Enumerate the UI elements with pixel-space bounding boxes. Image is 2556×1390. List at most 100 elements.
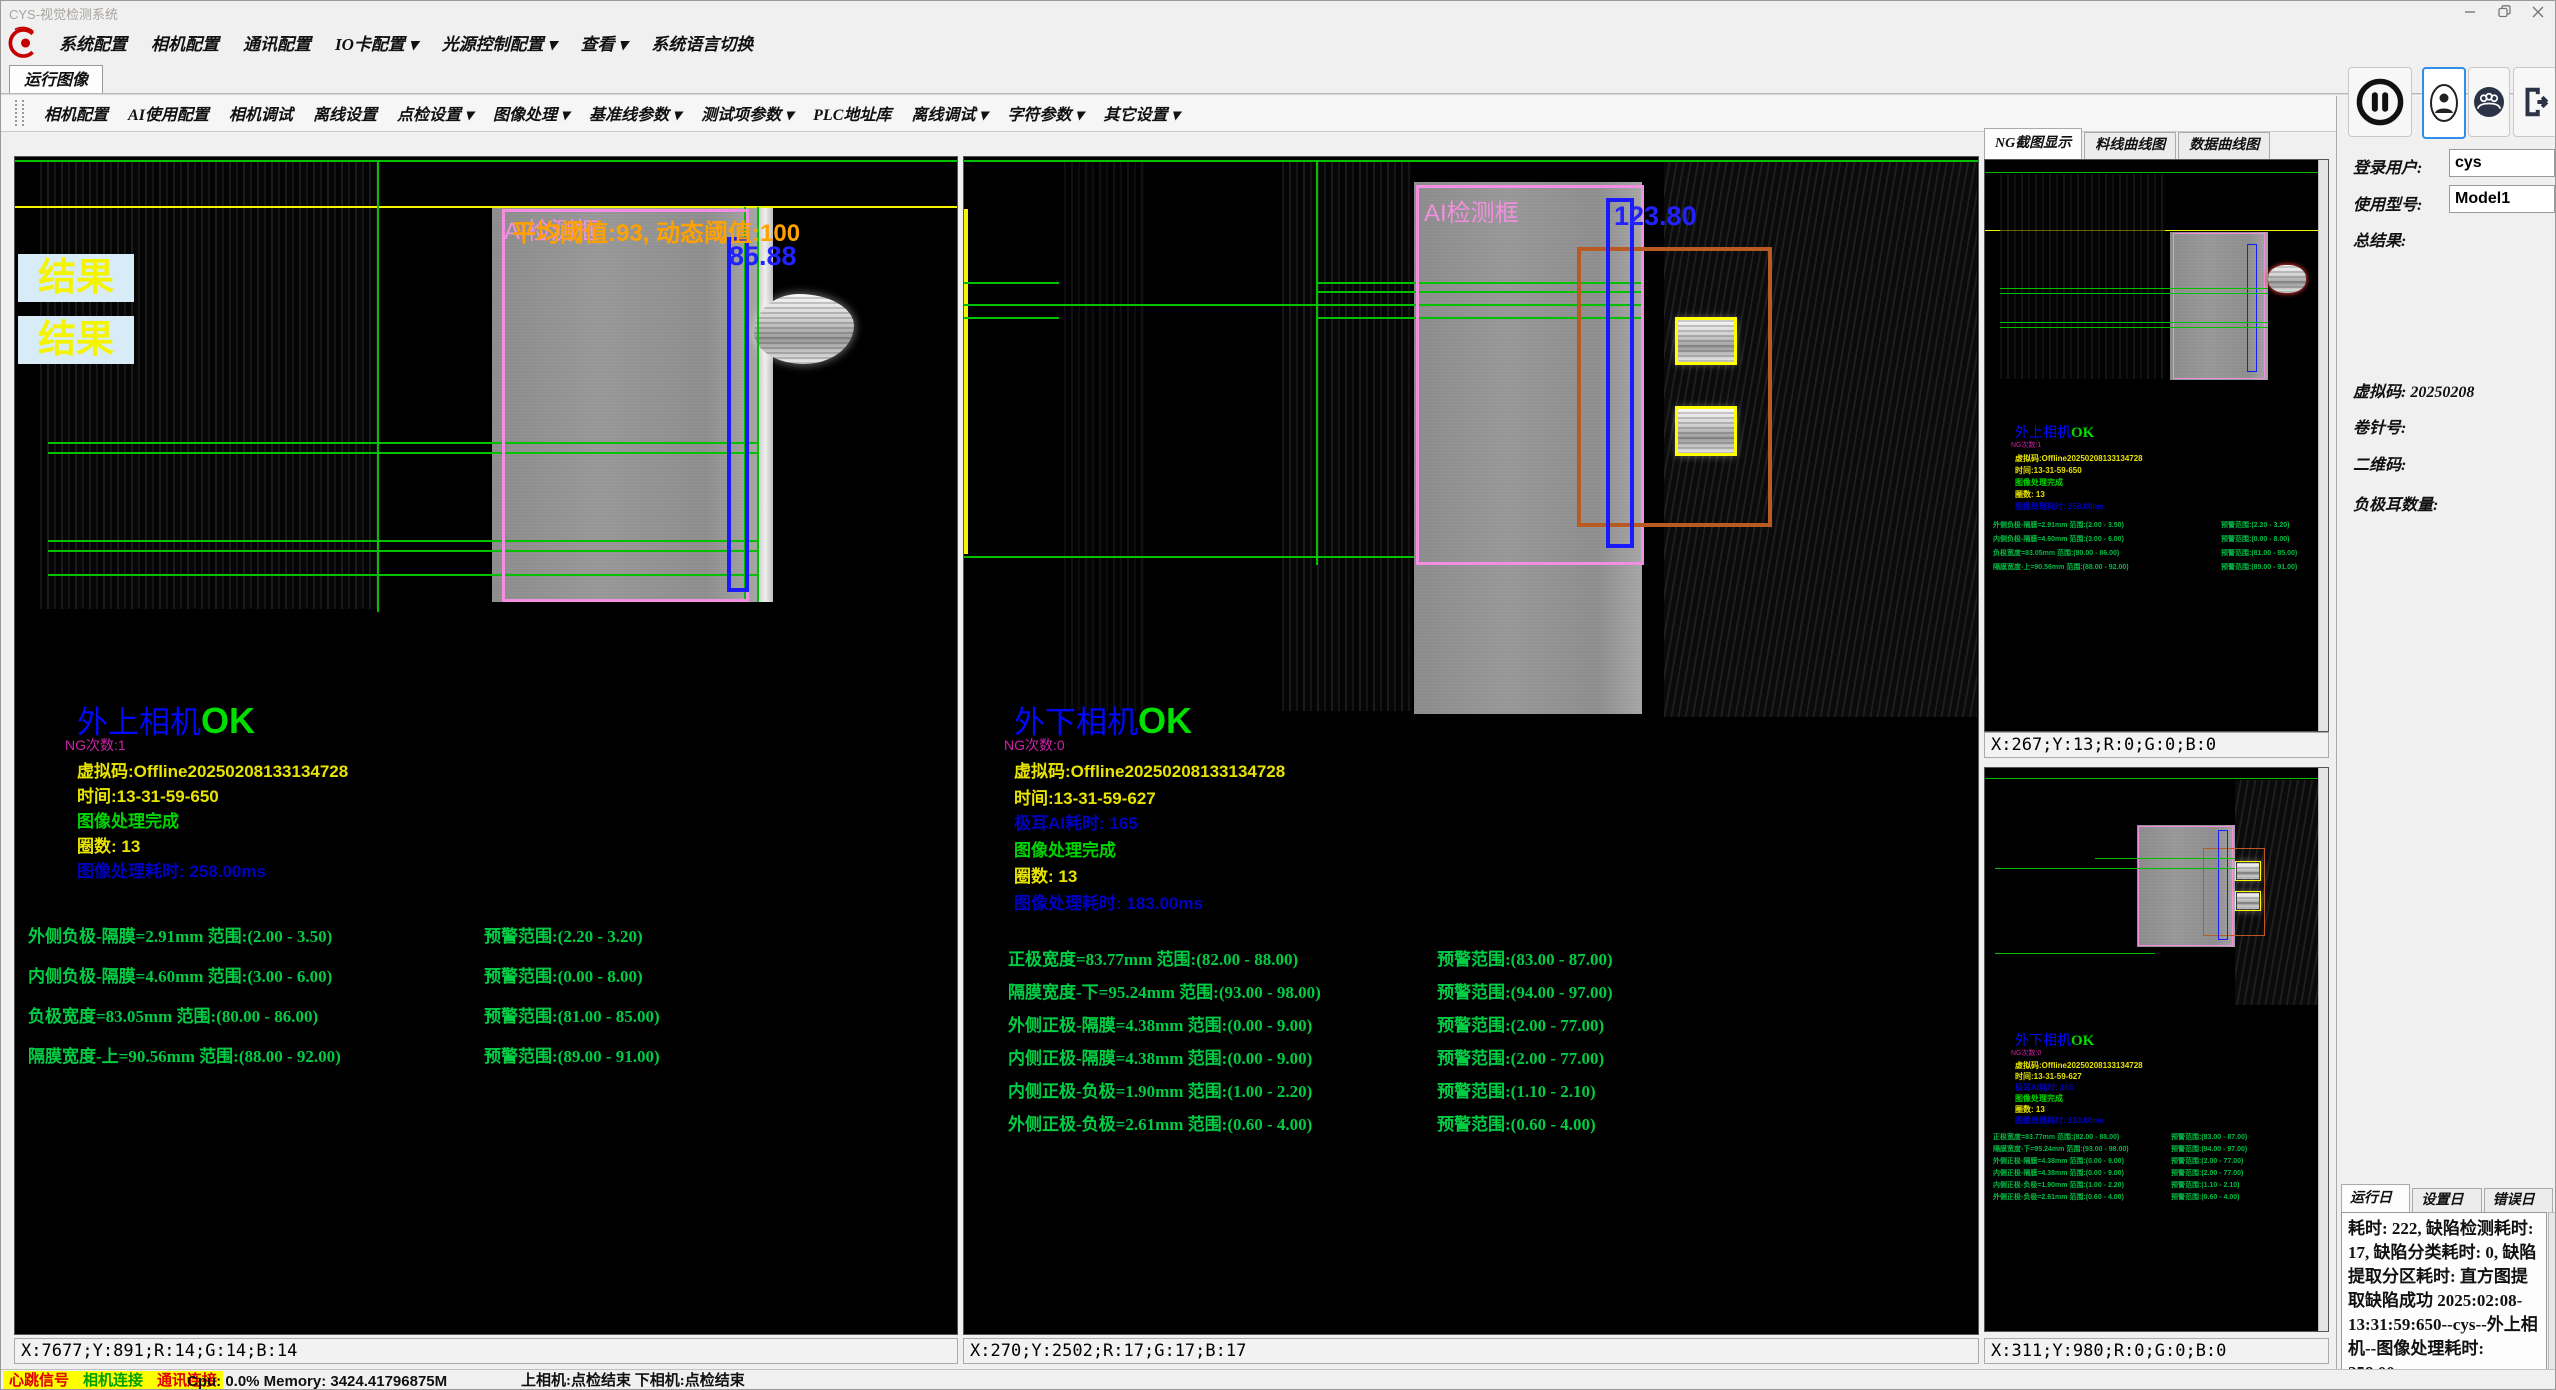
result-badge-1: 结果 bbox=[18, 254, 134, 302]
toolbar-item[interactable]: AI使用配置 bbox=[118, 101, 219, 125]
left-loop-count: 圈数: 13 bbox=[77, 832, 140, 857]
mid-camera-result: OK bbox=[1138, 700, 1192, 741]
thumb1-line bbox=[2000, 288, 2268, 289]
tab-error-log[interactable]: 错误日志 bbox=[2484, 1188, 2553, 1213]
toolbar-item[interactable]: 图像处理 ▾ bbox=[483, 101, 579, 125]
thumb1-measurements: 外侧负极-隔膜=2.91mm 范围:(2.00 - 3.50) 预警范围:(2.… bbox=[1993, 520, 2318, 576]
minimize-button[interactable] bbox=[2455, 3, 2485, 20]
menu-item[interactable]: 系统语言切换 bbox=[639, 30, 765, 55]
user-icon bbox=[2429, 82, 2459, 124]
check-status: 上相机:点检结束 下相机:点检结束 bbox=[521, 1371, 745, 1390]
toolbar-item[interactable]: 测试项参数 ▾ bbox=[691, 101, 803, 125]
thumb2-guide-line bbox=[1985, 778, 2320, 779]
mid-ai-box-label: AI检测框 bbox=[1424, 193, 1519, 228]
left-camera-view[interactable]: AI检测框 平均阈值:93, 动态阈值:100 85.88 外上相机OK NG次… bbox=[14, 156, 958, 1335]
mini-measurement-value: 外侧负极-隔膜=2.91mm 范围:(2.00 - 3.50) bbox=[1993, 520, 2124, 530]
user-button[interactable] bbox=[2422, 67, 2466, 139]
toolbar-grip[interactable] bbox=[15, 100, 24, 126]
menu-item[interactable]: 光源控制配置 ▾ bbox=[430, 30, 569, 55]
close-icon bbox=[2532, 6, 2544, 18]
left-coordinate-bar: X:7677;Y:891;R:14;G:14;B:14 bbox=[14, 1338, 958, 1364]
mid-measure-line bbox=[964, 317, 1059, 319]
mini-measurement-row: 负极宽度=83.05mm 范围:(80.00 - 86.00) 预警范围:(81… bbox=[1993, 548, 2318, 562]
left-ai-detect-box bbox=[502, 209, 749, 602]
tab-run-image[interactable]: 运行图像 bbox=[9, 65, 103, 95]
exit-button[interactable] bbox=[2513, 67, 2556, 137]
menu-item[interactable]: IO卡配置 ▾ bbox=[323, 30, 430, 55]
thumb1-guide-line bbox=[1985, 172, 2320, 173]
measurement-row: 正极宽度=83.77mm 范围:(82.00 - 88.00) 预警范围:(83… bbox=[1008, 945, 1968, 978]
measurement-warn-range: 预警范围:(81.00 - 85.00) bbox=[484, 1002, 660, 1027]
toolbar-item[interactable]: 基准线参数 ▾ bbox=[579, 101, 691, 125]
measurement-value: 负极宽度=83.05mm 范围:(80.00 - 86.00) bbox=[28, 1002, 318, 1027]
toolbar-item[interactable]: 离线调试 ▾ bbox=[901, 101, 997, 125]
restore-button[interactable] bbox=[2489, 3, 2519, 20]
mid-image-texture bbox=[1064, 161, 1144, 711]
menu-item[interactable]: 系统配置 bbox=[47, 30, 139, 55]
restore-icon bbox=[2498, 5, 2511, 18]
left-measure-box bbox=[727, 237, 749, 592]
measurement-warn-range: 预警范围:(83.00 - 87.00) bbox=[1437, 945, 1613, 970]
users-button[interactable] bbox=[2468, 67, 2510, 137]
toolbar-item[interactable]: 其它设置 ▾ bbox=[1093, 101, 1189, 125]
thumb1-measure-box bbox=[2247, 244, 2257, 372]
thumb1-texture bbox=[2000, 174, 2165, 379]
toolbar-item[interactable]: PLC地址库 bbox=[803, 101, 901, 125]
toolbar-item[interactable]: 字符参数 ▾ bbox=[997, 101, 1093, 125]
toolbar-item[interactable]: 相机调试 bbox=[219, 101, 303, 125]
thumb2-elapsed: 图像处理耗时: 183.00ms bbox=[2015, 1115, 2104, 1126]
tab-ng-snapshot[interactable]: NG截图显示 bbox=[1984, 128, 2082, 159]
tab-settings-log[interactable]: 设置日志 bbox=[2412, 1188, 2481, 1213]
mini-measurement-warn: 预警范围:(94.00 - 97.00) bbox=[2171, 1144, 2247, 1154]
thumbnail-lower-camera[interactable]: 外下相机OK NG次数:0 虚拟码:Offline202502081331347… bbox=[1984, 767, 2329, 1332]
menu-item[interactable]: 相机配置 bbox=[139, 30, 231, 55]
titlebar: CYS-视觉检测系统 bbox=[1, 1, 2556, 22]
toolbar-item[interactable]: 点检设置 ▾ bbox=[387, 101, 483, 125]
measurement-row: 隔膜宽度-下=95.24mm 范围:(93.00 - 98.00) 预警范围:(… bbox=[1008, 978, 1968, 1011]
mini-measurement-value: 内侧负极-隔膜=4.60mm 范围:(3.00 - 6.00) bbox=[1993, 534, 2124, 544]
log-scrollbar[interactable] bbox=[2548, 1212, 2556, 1389]
tab-row: 运行图像 bbox=[1, 63, 2556, 94]
thumb2-result: OK bbox=[2071, 1033, 2094, 1049]
thumb2-coordinate-bar: X:311;Y:980;R:0;G:0;B:0 bbox=[1984, 1338, 2329, 1364]
toolbar-item[interactable]: 离线设置 bbox=[303, 101, 387, 125]
model-field[interactable]: Model1 bbox=[2449, 185, 2555, 213]
mini-measurement-row: 隔膜宽度-下=95.24mm 范围:(93.00 - 98.00) 预警范围:(… bbox=[1993, 1144, 2318, 1156]
menu-item[interactable]: 通讯配置 bbox=[231, 30, 323, 55]
measurement-row: 内侧负极-隔膜=4.60mm 范围:(3.00 - 6.00) 预警范围:(0.… bbox=[28, 962, 948, 1002]
mid-baseline-yellow bbox=[964, 209, 968, 554]
tab-run-log[interactable]: 运行日志 bbox=[2341, 1184, 2410, 1213]
spindle-label: 卷针号: bbox=[2353, 414, 2406, 438]
left-ng-count: NG次数:1 bbox=[65, 735, 126, 755]
thumb2-line bbox=[1995, 868, 2235, 869]
tab-line-curve[interactable]: 料线曲线图 bbox=[2084, 132, 2176, 159]
login-user-field[interactable]: cys bbox=[2449, 149, 2555, 177]
sidebar-tabs: NG截图显示 料线曲线图 数据曲线图 bbox=[1984, 129, 2272, 159]
thumb1-done: 图像处理完成 bbox=[2015, 477, 2063, 488]
mini-measurement-warn: 预警范围:(83.00 - 87.00) bbox=[2171, 1132, 2247, 1142]
camera-connect-badge: 相机连接 bbox=[83, 1371, 143, 1390]
left-guide-line bbox=[15, 160, 958, 162]
measurement-value: 内侧正极-隔膜=4.38mm 范围:(0.00 - 9.00) bbox=[1008, 1044, 1312, 1069]
mid-guide-vline bbox=[1316, 160, 1318, 565]
mini-measurement-value: 内侧正极-隔膜=4.38mm 范围:(0.00 - 9.00) bbox=[1993, 1168, 2124, 1178]
thumb2-scrollbar[interactable] bbox=[2318, 768, 2328, 1331]
mid-camera-view[interactable]: AI检测框 123.80 外下相机OK NG次数:0 虚拟码:Offline20… bbox=[963, 156, 1979, 1335]
thumb1-scrollbar[interactable] bbox=[2318, 160, 2328, 731]
thumb1-line bbox=[2000, 322, 2268, 323]
cpu-memory-status: Cpu: 0.0% Memory: 3424.41796875M bbox=[187, 1371, 447, 1390]
toolbar-item[interactable]: 相机配置 bbox=[34, 101, 118, 125]
thumb2-line bbox=[1995, 953, 2155, 954]
thumb1-line bbox=[2000, 293, 2268, 294]
left-elapsed: 图像处理耗时: 258.00ms bbox=[77, 857, 266, 882]
pause-button[interactable] bbox=[2348, 67, 2412, 137]
measurement-row: 负极宽度=83.05mm 范围:(80.00 - 86.00) 预警范围:(81… bbox=[28, 1002, 948, 1042]
menu-item[interactable]: 查看 ▾ bbox=[568, 30, 639, 55]
tab-data-curve[interactable]: 数据曲线图 bbox=[2178, 132, 2270, 159]
mini-measurement-row: 内侧正极-负极=1.90mm 范围:(1.00 - 2.20) 预警范围:(1.… bbox=[1993, 1180, 2318, 1192]
thumbnail-upper-camera[interactable]: 外上相机OK NG次数:1 虚拟码:Offline202502081331347… bbox=[1984, 159, 2329, 732]
thumb2-line bbox=[2095, 858, 2235, 859]
close-button[interactable] bbox=[2523, 3, 2553, 20]
mini-measurement-value: 正极宽度=83.77mm 范围:(82.00 - 88.00) bbox=[1993, 1132, 2119, 1142]
status-bar: 心跳信号 相机连接 通讯连接 Cpu: 0.0% Memory: 3424.41… bbox=[1, 1369, 2556, 1390]
